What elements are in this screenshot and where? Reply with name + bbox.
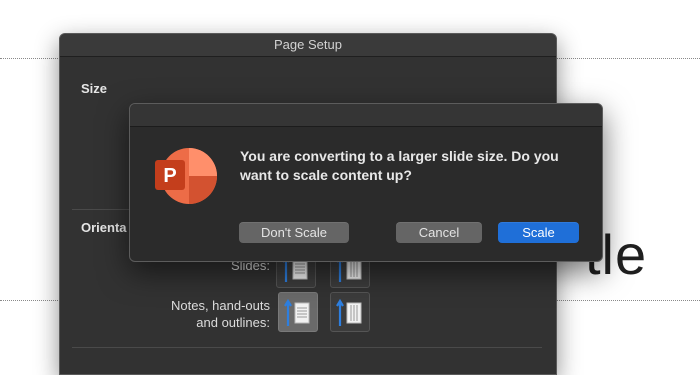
cancel-button[interactable]: Cancel bbox=[396, 222, 482, 243]
notes-label-line1: Notes, hand-outs bbox=[170, 298, 270, 313]
desktop: { "background_slide": { "title_fragment"… bbox=[0, 0, 700, 375]
size-section-label: Size bbox=[81, 81, 108, 96]
scale-button[interactable]: Scale bbox=[498, 222, 579, 243]
page-setup-title: Page Setup bbox=[60, 34, 556, 57]
portrait-orientation-icon bbox=[284, 298, 310, 326]
alert-titlebar bbox=[130, 104, 602, 127]
landscape-orientation-icon bbox=[336, 298, 362, 326]
notes-orientation-label: Notes, hand-outs and outlines: bbox=[171, 297, 270, 331]
notes-landscape-button[interactable] bbox=[330, 292, 370, 332]
scale-content-alert: P You are converting to a larger slide s… bbox=[129, 103, 603, 262]
dont-scale-button[interactable]: Don't Scale bbox=[239, 222, 349, 243]
powerpoint-icon: P bbox=[155, 148, 217, 204]
section-divider-bottom bbox=[72, 347, 542, 348]
notes-label-line2: and outlines: bbox=[196, 315, 270, 330]
powerpoint-icon-letter: P bbox=[163, 165, 176, 187]
orientation-section-label: Orienta bbox=[81, 220, 127, 235]
alert-message: You are converting to a larger slide siz… bbox=[240, 148, 559, 183]
notes-portrait-button[interactable] bbox=[278, 292, 318, 332]
